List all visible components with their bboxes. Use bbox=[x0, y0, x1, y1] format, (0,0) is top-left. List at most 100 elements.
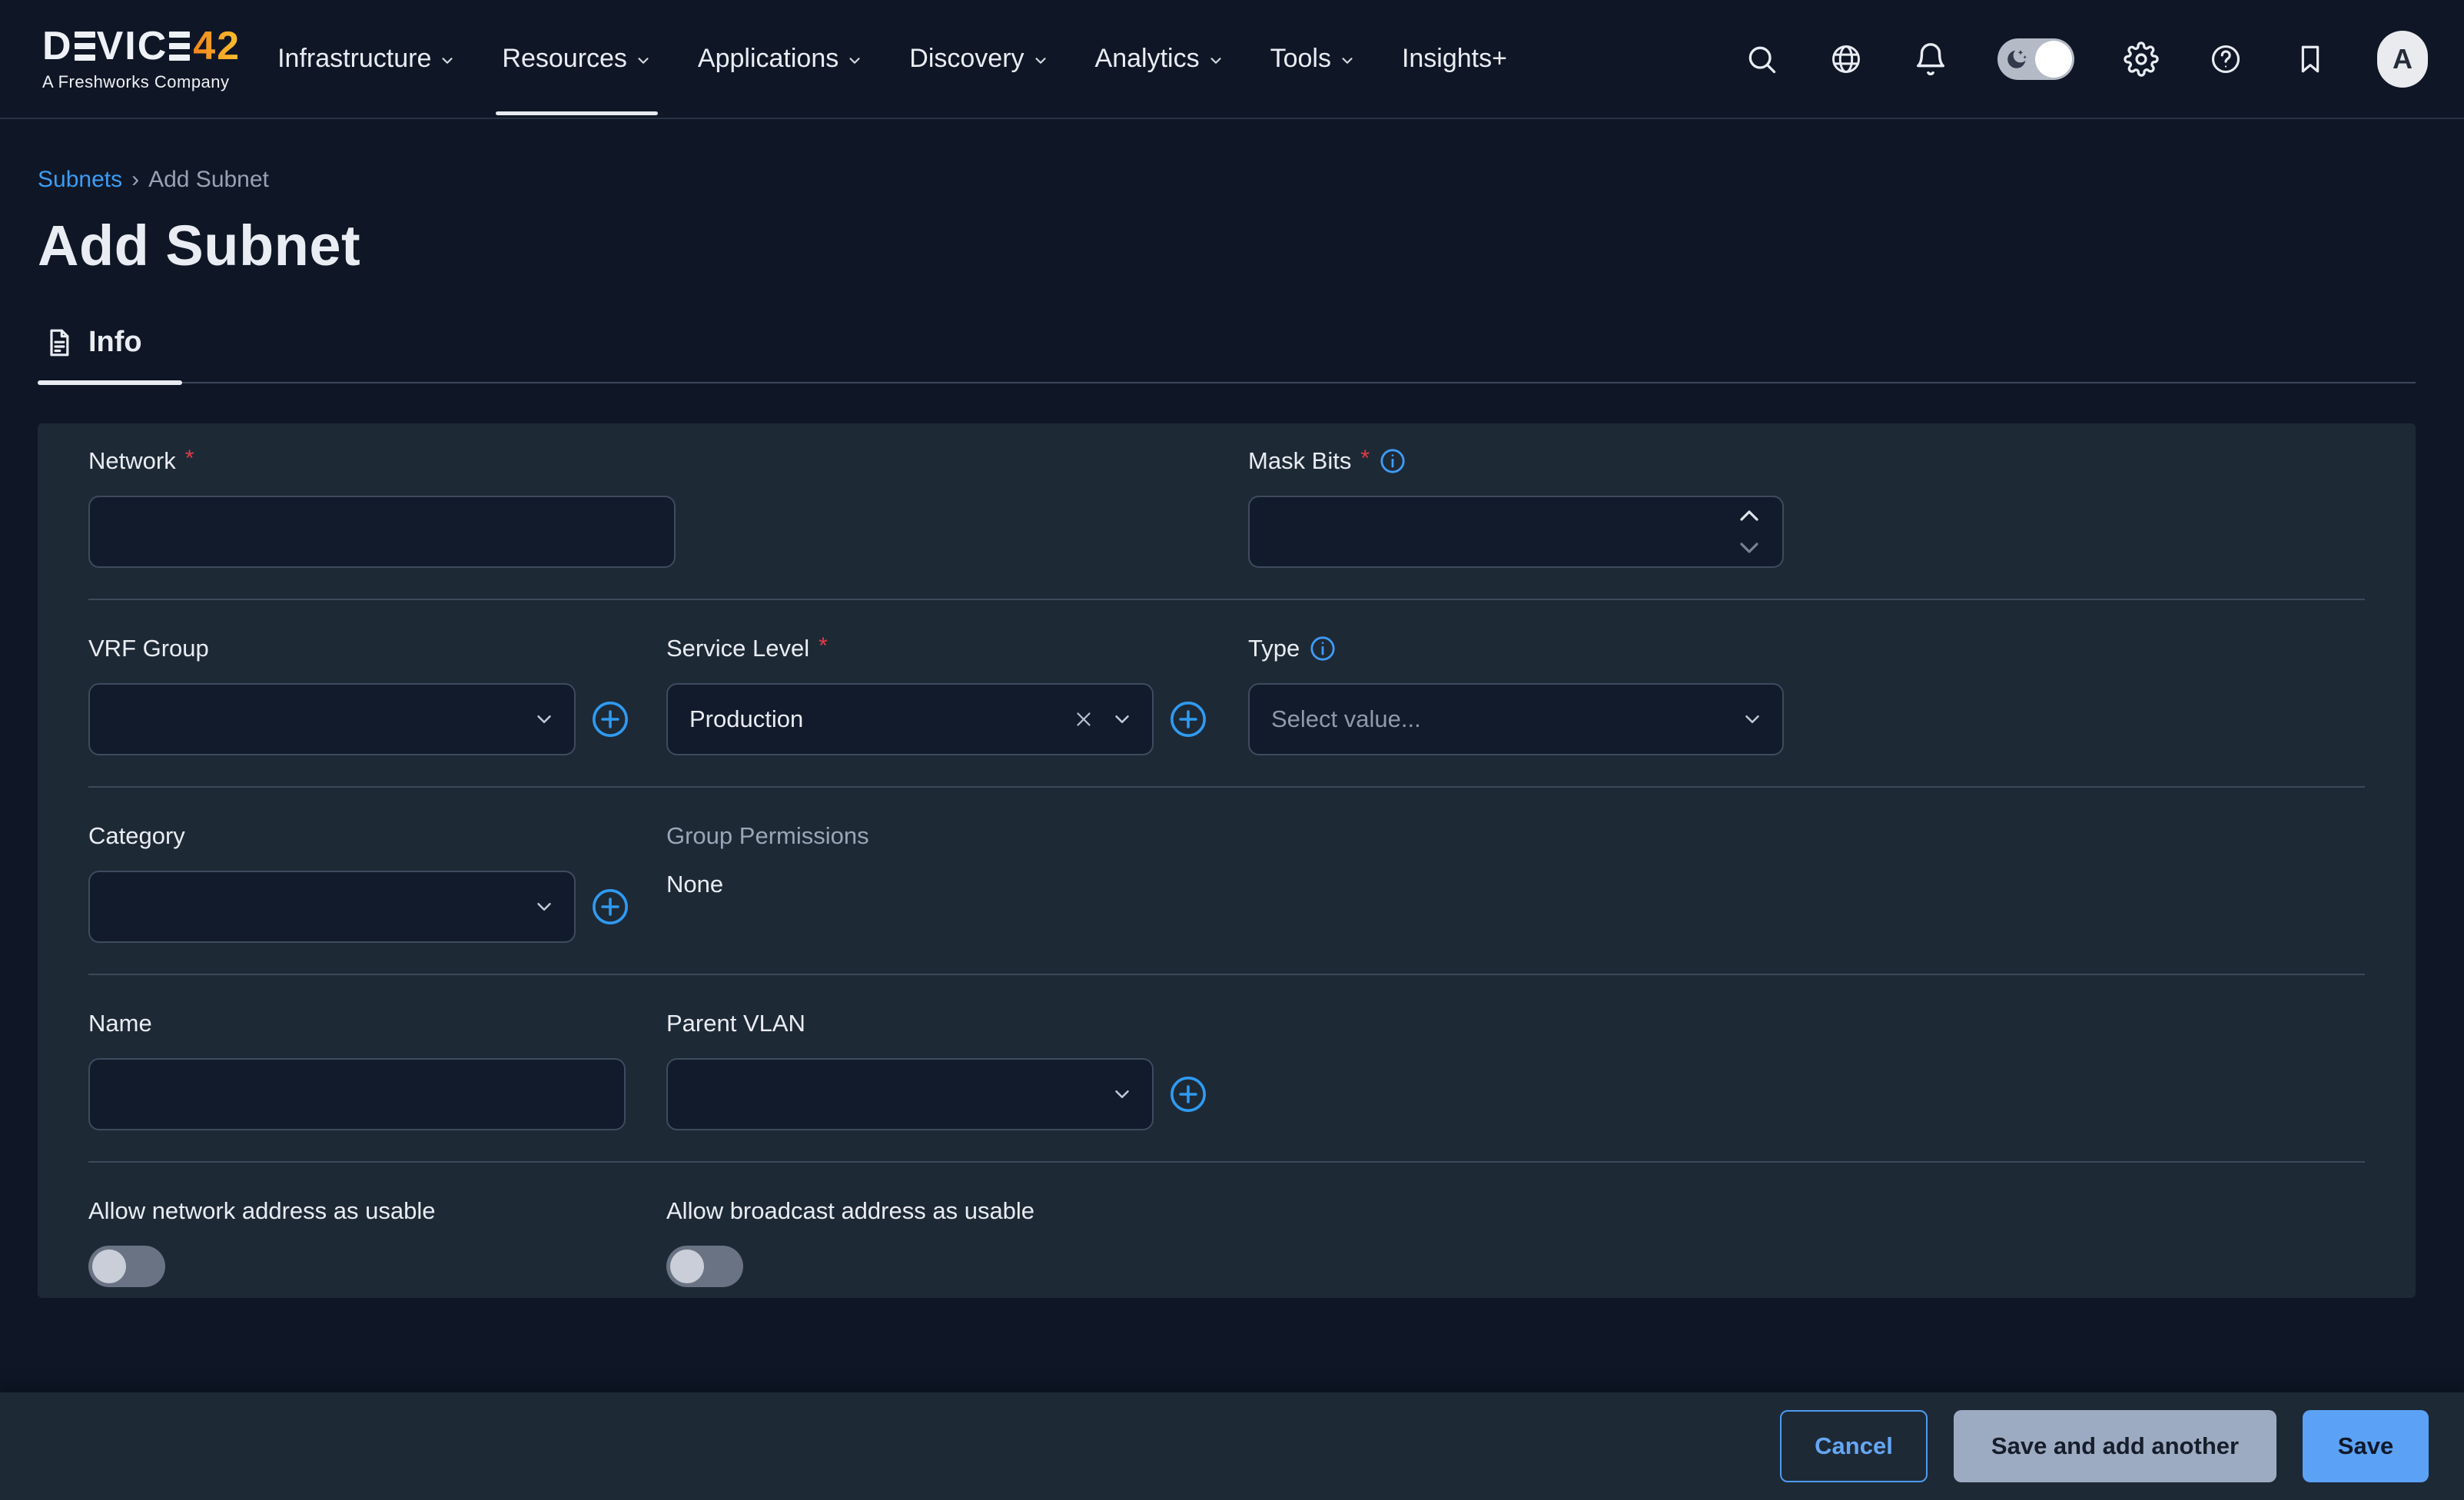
nav-item-tools[interactable]: Tools bbox=[1270, 0, 1356, 118]
mask-bits-input[interactable] bbox=[1248, 496, 1784, 568]
search-icon[interactable] bbox=[1744, 41, 1779, 77]
user-avatar[interactable]: A bbox=[2377, 31, 2428, 88]
allow-network-address-toggle[interactable] bbox=[88, 1246, 165, 1287]
form-row-vrf-service-type: VRF Group bbox=[88, 600, 2365, 788]
nav-item-infrastructure[interactable]: Infrastructure bbox=[277, 0, 456, 118]
nav-right-icons: A bbox=[1744, 31, 2428, 88]
field-service-level: Service Level * Production bbox=[666, 634, 1248, 755]
allow-broadcast-address-label: Allow broadcast address as usable bbox=[666, 1197, 1034, 1225]
device42-wordmark: D VIC 42 bbox=[42, 26, 241, 66]
form-panel: Network * Mask Bits * bbox=[38, 423, 2416, 1298]
page-title: Add Subnet bbox=[38, 213, 2416, 278]
tab-info[interactable]: Info bbox=[38, 326, 182, 382]
chevron-down-icon bbox=[1111, 708, 1134, 731]
group-permissions-value: None bbox=[666, 871, 1248, 898]
nav-item-discovery[interactable]: Discovery bbox=[909, 0, 1048, 118]
theme-toggle[interactable] bbox=[1997, 38, 2074, 80]
name-input[interactable] bbox=[88, 1058, 626, 1130]
tab-info-label: Info bbox=[88, 326, 142, 359]
chevron-down-icon bbox=[1741, 708, 1764, 731]
field-vrf-group: VRF Group bbox=[88, 634, 666, 755]
nav-item-resources[interactable]: Resources bbox=[502, 0, 652, 118]
chevron-down-icon bbox=[635, 52, 652, 69]
field-name: Name bbox=[88, 1009, 666, 1130]
breadcrumb-current: Add Subnet bbox=[148, 167, 269, 193]
field-group-permissions: Group Permissions None bbox=[666, 821, 1248, 943]
breadcrumb: Subnets › Add Subnet bbox=[38, 167, 2416, 193]
type-select[interactable]: Select value... bbox=[1248, 683, 1784, 755]
nav-item-insights-plus[interactable]: Insights+ bbox=[1402, 0, 1507, 118]
breadcrumb-link-subnets[interactable]: Subnets bbox=[38, 167, 122, 193]
help-icon[interactable] bbox=[2208, 41, 2243, 77]
mask-bits-label: Mask Bits bbox=[1248, 447, 1351, 475]
main-content: Subnets › Add Subnet Add Subnet Info Net… bbox=[0, 119, 2464, 1298]
logo-letters-vic: VIC bbox=[97, 26, 168, 66]
save-and-add-another-button[interactable]: Save and add another bbox=[1954, 1410, 2276, 1482]
action-footer: Cancel Save and add another Save bbox=[0, 1392, 2464, 1500]
field-mask-bits: Mask Bits * bbox=[1248, 446, 1784, 568]
logo-letter-e-icon bbox=[169, 32, 190, 61]
chevron-down-icon bbox=[846, 52, 863, 69]
allow-network-address-label: Allow network address as usable bbox=[88, 1197, 435, 1225]
mask-bits-increment[interactable] bbox=[1738, 509, 1761, 523]
category-select[interactable] bbox=[88, 871, 576, 943]
save-button[interactable]: Save bbox=[2303, 1410, 2429, 1482]
add-parent-vlan-button[interactable] bbox=[1167, 1074, 1209, 1115]
field-parent-vlan: Parent VLAN bbox=[666, 1009, 1248, 1130]
add-vrf-group-button[interactable] bbox=[589, 699, 631, 740]
chevron-down-icon bbox=[533, 708, 556, 731]
network-label: Network bbox=[88, 447, 176, 475]
service-level-label: Service Level bbox=[666, 635, 809, 662]
breadcrumb-separator: › bbox=[131, 167, 139, 193]
theme-toggle-knob bbox=[2035, 41, 2072, 78]
category-label: Category bbox=[88, 822, 185, 850]
logo-tagline: A Freshworks Company bbox=[42, 72, 241, 92]
add-category-button[interactable] bbox=[589, 886, 631, 928]
allow-broadcast-address-toggle[interactable] bbox=[666, 1246, 743, 1287]
nav-item-applications[interactable]: Applications bbox=[698, 0, 863, 118]
form-row-toggles: Allow network address as usable Allow br… bbox=[88, 1163, 2365, 1298]
service-level-select[interactable]: Production bbox=[666, 683, 1154, 755]
info-icon[interactable] bbox=[1307, 633, 1338, 664]
form-row-category-permissions: Category bbox=[88, 788, 2365, 975]
clear-x-icon[interactable] bbox=[1072, 708, 1095, 731]
toggle-knob bbox=[670, 1249, 704, 1283]
type-label: Type bbox=[1248, 635, 1300, 662]
group-permissions-label: Group Permissions bbox=[666, 822, 869, 850]
form-row-name-vlan: Name Parent VLAN bbox=[88, 975, 2365, 1163]
add-service-level-button[interactable] bbox=[1167, 699, 1209, 740]
nav-item-analytics[interactable]: Analytics bbox=[1095, 0, 1224, 118]
chevron-down-icon bbox=[439, 52, 456, 69]
field-network: Network * bbox=[88, 446, 666, 568]
info-icon[interactable] bbox=[1377, 446, 1408, 476]
parent-vlan-select[interactable] bbox=[666, 1058, 1154, 1130]
settings-gear-icon[interactable] bbox=[2124, 41, 2159, 77]
logo-letter-e-icon bbox=[75, 32, 95, 61]
file-text-icon bbox=[44, 327, 75, 358]
mask-bits-decrement[interactable] bbox=[1738, 541, 1761, 555]
globe-icon[interactable] bbox=[1828, 41, 1864, 77]
toggle-knob bbox=[92, 1249, 126, 1283]
parent-vlan-label: Parent VLAN bbox=[666, 1010, 805, 1037]
tab-bar: Info bbox=[38, 326, 2416, 383]
cancel-button[interactable]: Cancel bbox=[1780, 1410, 1928, 1482]
page: D VIC 42 A Freshworks Company Infrastructu… bbox=[0, 0, 2464, 1500]
vrf-group-label: VRF Group bbox=[88, 635, 209, 662]
network-input[interactable] bbox=[88, 496, 676, 568]
moon-icon bbox=[2004, 46, 2030, 72]
chevron-down-icon bbox=[1032, 52, 1049, 69]
vrf-group-select[interactable] bbox=[88, 683, 576, 755]
bookmark-icon[interactable] bbox=[2293, 41, 2328, 77]
avatar-initial: A bbox=[2393, 43, 2413, 75]
name-label: Name bbox=[88, 1010, 152, 1037]
required-asterisk: * bbox=[1360, 446, 1370, 472]
field-allow-network-address: Allow network address as usable bbox=[88, 1196, 666, 1287]
logo-42: 42 bbox=[193, 26, 241, 66]
notifications-bell-icon[interactable] bbox=[1913, 41, 1948, 77]
device42-logo[interactable]: D VIC 42 A Freshworks Company bbox=[42, 26, 241, 92]
logo-letter-d: D bbox=[42, 26, 73, 66]
chevron-down-icon bbox=[1207, 52, 1224, 69]
required-asterisk: * bbox=[185, 446, 194, 472]
required-asterisk: * bbox=[819, 633, 828, 659]
chevron-down-icon bbox=[1111, 1083, 1134, 1106]
